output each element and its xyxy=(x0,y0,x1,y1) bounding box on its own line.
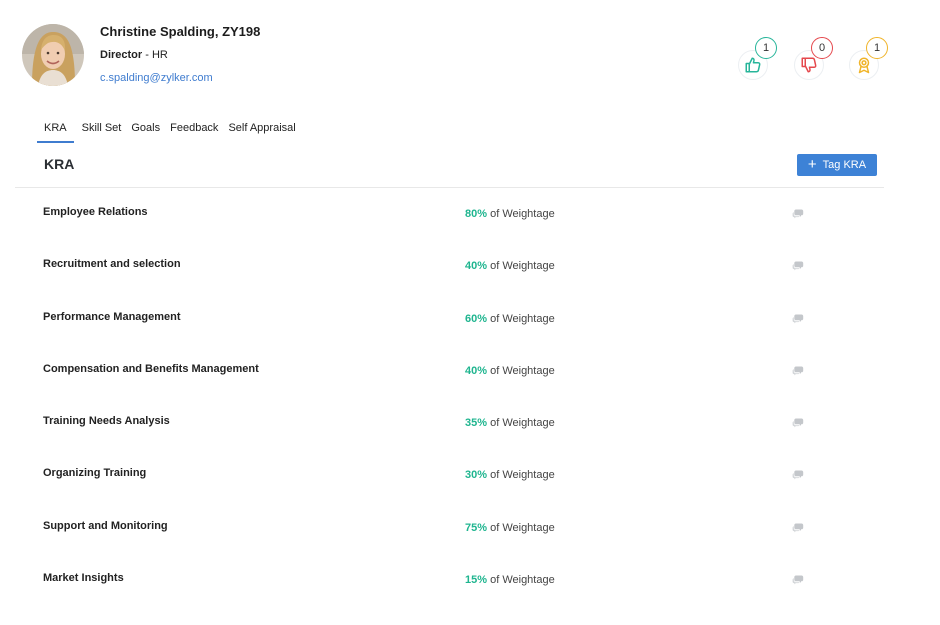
kra-row[interactable]: Organizing Training 30% of Weightage xyxy=(0,464,940,516)
weightage-suffix: of Weightage xyxy=(490,574,555,587)
dislikes-count: 0 xyxy=(811,37,833,59)
weightage-suffix: of Weightage xyxy=(490,521,555,534)
weightage-percent: 35% xyxy=(465,417,488,430)
dislikes-badge[interactable]: 0 xyxy=(794,37,833,80)
comment-icon[interactable] xyxy=(792,314,804,324)
kra-row[interactable]: Training Needs Analysis 35% of Weightage xyxy=(0,412,940,464)
section-title: KRA xyxy=(44,156,75,172)
divider xyxy=(15,187,884,188)
kra-row[interactable]: Compensation and Benefits Management 40% … xyxy=(0,360,940,412)
department: HR xyxy=(151,49,168,61)
plus-icon: + xyxy=(807,156,817,173)
kra-row[interactable]: Support and Monitoring 75% of Weightage xyxy=(0,517,940,569)
kra-name: Employee Relations xyxy=(43,206,148,218)
kra-row[interactable]: Market Insights 15% of Weightage xyxy=(0,569,940,621)
tag-kra-button[interactable]: + Tag KRA xyxy=(797,154,877,176)
likes-count: 1 xyxy=(755,37,777,59)
kra-name: Market Insights xyxy=(43,572,124,585)
feedback-badges: 1 0 1 xyxy=(738,36,898,86)
award-medal-icon xyxy=(855,56,873,74)
comment-icon[interactable] xyxy=(792,366,804,376)
tab-feedback[interactable]: Feedback xyxy=(170,118,218,143)
thumbs-down-icon xyxy=(800,56,818,74)
weightage-suffix: of Weightage xyxy=(490,417,555,430)
kra-name: Recruitment and selection xyxy=(43,258,181,271)
kra-row[interactable]: Performance Management 60% of Weightage xyxy=(0,308,940,360)
kra-weightage: 60% of Weightage xyxy=(465,312,555,326)
kra-weightage: 75% of Weightage xyxy=(465,521,555,535)
kra-weightage: 40% of Weightage xyxy=(465,364,555,378)
employee-email-link[interactable]: c.spalding@zylker.com xyxy=(100,71,260,85)
kra-name: Organizing Training xyxy=(43,467,147,480)
job-title: Director xyxy=(100,49,143,61)
tab-goals[interactable]: Goals xyxy=(131,118,160,143)
awards-count: 1 xyxy=(866,37,888,59)
awards-badge[interactable]: 1 xyxy=(849,37,888,80)
comment-icon[interactable] xyxy=(792,261,804,271)
thumbs-up-icon xyxy=(744,56,762,74)
kra-weightage: 15% of Weightage xyxy=(465,573,555,587)
weightage-percent: 75% xyxy=(465,521,488,534)
kra-weightage: 80% of Weightage xyxy=(465,207,555,221)
tab-skill-set[interactable]: Skill Set xyxy=(82,118,122,143)
kra-row[interactable]: Recruitment and selection 40% of Weightag… xyxy=(0,255,940,307)
kra-name: Compensation and Benefits Management xyxy=(43,362,259,375)
weightage-percent: 60% xyxy=(465,312,488,325)
comment-icon[interactable] xyxy=(792,470,804,480)
tag-kra-label: Tag KRA xyxy=(822,159,867,171)
kra-weightage: 35% of Weightage xyxy=(465,416,555,430)
kra-weightage: 30% of Weightage xyxy=(465,468,555,482)
weightage-suffix: of Weightage xyxy=(490,364,555,377)
weightage-percent: 80% xyxy=(465,208,488,220)
employee-role: Director - HR xyxy=(100,48,260,62)
kra-name: Performance Management xyxy=(43,310,181,323)
weightage-suffix: of Weightage xyxy=(490,469,555,482)
likes-badge[interactable]: 1 xyxy=(738,37,777,80)
comment-icon[interactable] xyxy=(792,575,804,585)
weightage-percent: 40% xyxy=(465,364,488,377)
weightage-percent: 30% xyxy=(465,469,488,482)
kra-weightage: 40% of Weightage xyxy=(465,259,555,273)
weightage-suffix: of Weightage xyxy=(490,208,555,220)
employee-name: Christine Spalding, ZY198 xyxy=(100,24,261,39)
kra-name: Training Needs Analysis xyxy=(43,415,170,428)
kra-row[interactable]: Employee Relations 80% of Weightage xyxy=(0,203,940,255)
avatar[interactable] xyxy=(22,24,84,86)
comment-icon[interactable] xyxy=(792,209,804,219)
weightage-suffix: of Weightage xyxy=(490,312,555,325)
weightage-suffix: of Weightage xyxy=(490,260,555,273)
kra-name: Support and Monitoring xyxy=(43,519,168,532)
tab-self-appraisal[interactable]: Self Appraisal xyxy=(228,118,295,143)
comment-icon[interactable] xyxy=(792,523,804,533)
tab-kra[interactable]: KRA xyxy=(37,118,74,143)
comment-icon[interactable] xyxy=(792,418,804,428)
weightage-percent: 40% xyxy=(465,260,488,273)
role-separator: - xyxy=(142,49,152,61)
weightage-percent: 15% xyxy=(465,574,488,587)
profile-tabs: KRA Skill Set Goals Feedback Self Apprai… xyxy=(37,118,306,143)
kra-list: Employee Relations 80% of Weightage Recrui… xyxy=(0,203,940,621)
employee-profile: Christine Spalding, ZY198 Director - HR … xyxy=(22,24,260,86)
